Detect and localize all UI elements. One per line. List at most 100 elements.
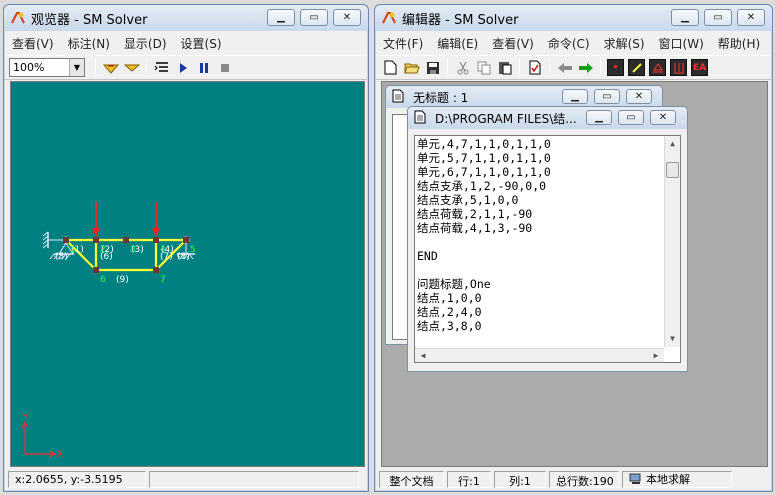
member-icon	[628, 59, 645, 76]
app-icon	[10, 10, 26, 26]
minimize-icon: ▁	[277, 11, 285, 23]
element-label: (9)	[116, 275, 129, 285]
scroll-thumb[interactable]	[666, 162, 679, 178]
copy-button[interactable]	[473, 58, 494, 78]
structure-node	[183, 237, 189, 243]
viewer-title: 观览器 - SM Solver	[31, 12, 148, 28]
forward-button[interactable]	[575, 58, 596, 78]
load-arrow-head	[152, 228, 160, 237]
pause-button[interactable]	[193, 58, 214, 78]
copy-icon	[477, 61, 490, 74]
computer-icon	[629, 473, 641, 484]
structure-canvas[interactable]: (1) (2) (3) (4) (5) (6) (7) (8) (9) 1 2 3 4 5 6 7 Y X	[10, 81, 365, 467]
editor-line: 结点支承,1,2,-90,0,0	[417, 179, 547, 193]
zoom-select[interactable]: 100% ▼	[9, 58, 85, 77]
minimize-button[interactable]: ▁	[562, 89, 588, 104]
close-button[interactable]: ✕	[333, 9, 361, 26]
toolbar-separator	[519, 58, 520, 77]
check-button[interactable]	[524, 58, 545, 78]
menu-edit[interactable]: 编辑(E)	[430, 35, 485, 52]
viewer-titlebar[interactable]: 观览器 - SM Solver ▁ ▭ ✕	[4, 5, 368, 31]
maximize-button[interactable]: ▭	[594, 89, 620, 104]
close-button[interactable]: ✕	[650, 110, 676, 125]
show-supports-button[interactable]	[647, 58, 668, 78]
element-label: (5)	[55, 252, 68, 262]
axis-x-label: X	[57, 450, 63, 460]
zoom-out-icon	[123, 64, 140, 72]
menu-help[interactable]: 帮助(H)	[711, 35, 767, 52]
editor-line: 单元,5,7,1,1,0,1,1,0	[417, 151, 551, 165]
menu-settings[interactable]: 设置(S)	[174, 35, 229, 52]
untitled-titlebar[interactable]: 无标题 : 1 ▁ ▭ ✕	[386, 86, 662, 108]
step-list-button[interactable]	[151, 58, 172, 78]
menu-file[interactable]: 文件(F)	[376, 35, 430, 52]
horizontal-scrollbar[interactable]: ◀ ▶	[415, 348, 664, 362]
toolbar-separator	[146, 58, 147, 77]
editor-line: 问题标题,One	[417, 277, 491, 291]
scroll-right-icon[interactable]: ▶	[648, 349, 664, 362]
close-icon: ✕	[658, 111, 668, 123]
path-doc-title: D:\PROGRAM FILES\结...	[435, 111, 577, 126]
menu-window[interactable]: 窗口(W)	[652, 35, 711, 52]
path-document-window[interactable]: D:\PROGRAM FILES\结... ▁ ▭ ✕ 单元,4,7,1,1,0…	[407, 106, 688, 372]
mdi-client-area: 无标题 : 1 ▁ ▭ ✕ D:\PROGRAM FILES\结... ▁ ▭ …	[381, 81, 768, 467]
editor-line: 单元,4,7,1,1,0,1,1,0	[417, 137, 551, 151]
maximize-button[interactable]: ▭	[618, 110, 644, 125]
menu-command[interactable]: 命令(C)	[541, 35, 597, 52]
editor-line: 结点支承,5,1,0,0	[417, 193, 519, 207]
viewer-menubar: 查看(V) 标注(N) 显示(D) 设置(S)	[5, 32, 367, 55]
paste-icon	[498, 62, 511, 75]
zoom-in-button[interactable]	[100, 58, 121, 78]
minimize-button[interactable]: ▁	[671, 9, 699, 26]
editor-window: 编辑器 - SM Solver ▁ ▭ ✕ 文件(F) 编辑(E) 查看(V) …	[374, 4, 773, 492]
show-loads-button[interactable]	[668, 58, 689, 78]
node-icon: •	[607, 59, 624, 76]
menu-display[interactable]: 显示(D)	[117, 35, 174, 52]
minimize-button[interactable]: ▁	[586, 110, 612, 125]
menu-view[interactable]: 查看(V)	[5, 35, 61, 52]
new-file-button[interactable]	[380, 58, 401, 78]
maximize-button[interactable]: ▭	[300, 9, 328, 26]
axis-indicator: Y X	[21, 413, 63, 460]
close-button[interactable]: ✕	[626, 89, 652, 104]
menu-view[interactable]: 查看(V)	[485, 35, 541, 52]
new-file-icon	[384, 60, 397, 75]
stop-button[interactable]	[214, 58, 235, 78]
structure-node	[93, 237, 99, 243]
menu-annotate[interactable]: 标注(N)	[61, 35, 117, 52]
maximize-button[interactable]: ▭	[704, 9, 732, 26]
input-text-editor[interactable]: 单元,4,7,1,1,0,1,1,0 单元,5,7,1,1,0,1,1,0 单元,6…	[414, 135, 681, 363]
paste-button[interactable]	[494, 58, 515, 78]
show-members-button[interactable]	[626, 58, 647, 78]
zoom-in-icon	[102, 64, 119, 74]
menu-solve[interactable]: 求解(S)	[597, 35, 652, 52]
zoom-out-button[interactable]	[121, 58, 142, 78]
support-icon	[649, 59, 666, 76]
vertical-scrollbar[interactable]: ▲ ▼	[664, 136, 680, 347]
close-button[interactable]: ✕	[737, 9, 765, 26]
element-label: (8)	[177, 252, 190, 262]
close-icon: ✕	[746, 11, 756, 23]
chevron-down-icon[interactable]: ▼	[69, 59, 84, 76]
cut-button[interactable]	[452, 58, 473, 78]
editor-toolbar: • EA	[376, 55, 771, 80]
minimize-button[interactable]: ▁	[267, 9, 295, 26]
save-icon	[426, 61, 439, 74]
node-label: 6	[100, 275, 106, 285]
path-doc-titlebar[interactable]: D:\PROGRAM FILES\结... ▁ ▭ ✕	[408, 107, 687, 129]
editor-titlebar[interactable]: 编辑器 - SM Solver ▁ ▭ ✕	[375, 5, 772, 31]
arrow-right-icon	[578, 62, 593, 73]
show-nodes-button[interactable]: •	[605, 58, 626, 78]
scroll-down-icon[interactable]: ▼	[665, 331, 680, 347]
scroll-up-icon[interactable]: ▲	[665, 136, 680, 152]
back-button[interactable]	[554, 58, 575, 78]
editor-line: 结点荷载,4,1,3,-90	[417, 221, 533, 235]
play-button[interactable]	[172, 58, 193, 78]
save-button[interactable]	[422, 58, 443, 78]
coordinate-readout: x:2.0655, y:-3.5195	[8, 470, 146, 488]
scroll-left-icon[interactable]: ◀	[415, 349, 431, 362]
show-ea-button[interactable]: EA	[689, 58, 710, 78]
open-file-button[interactable]	[401, 58, 422, 78]
